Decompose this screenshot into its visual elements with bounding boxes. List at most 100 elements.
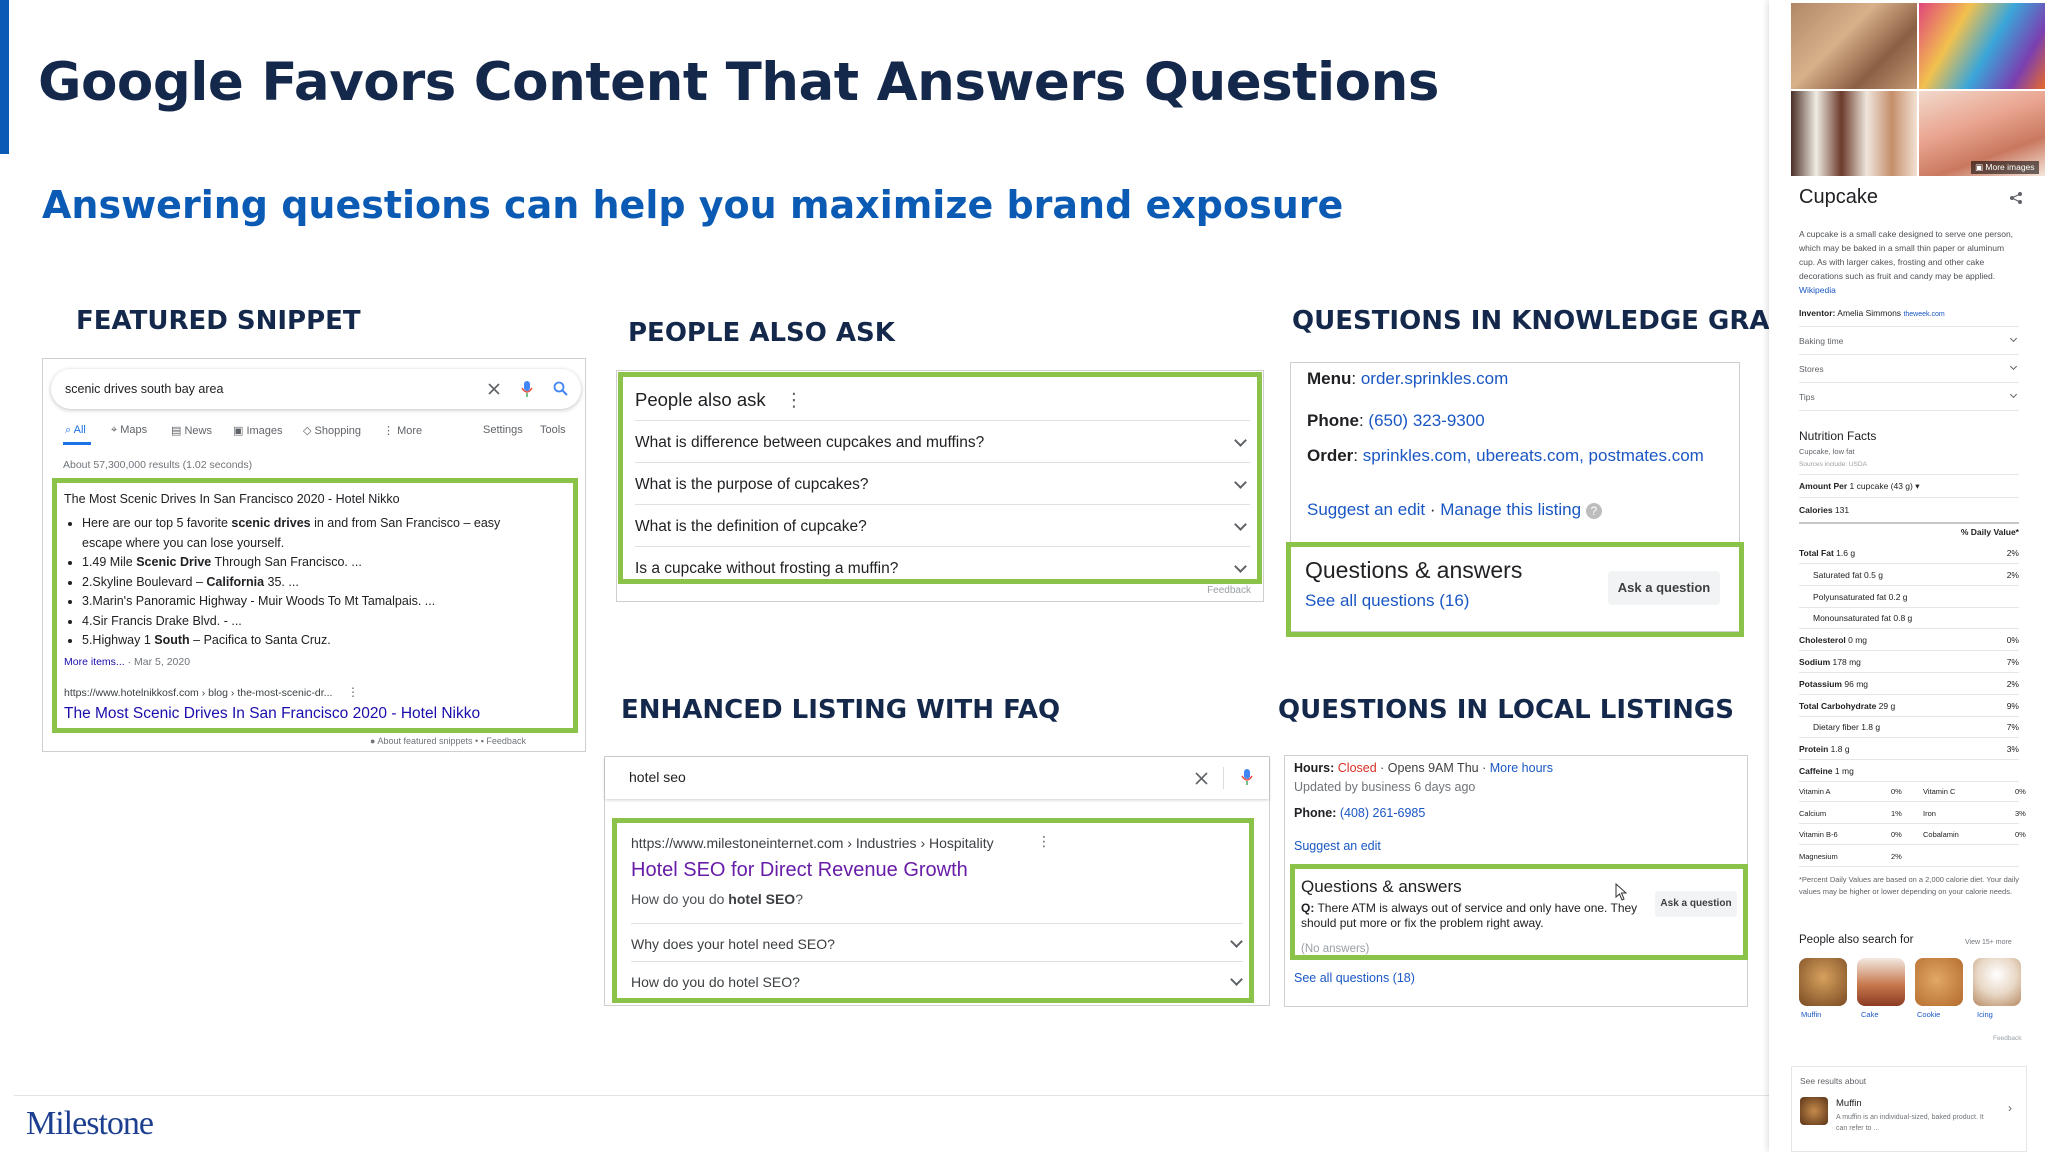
see-results-card[interactable]: See results about Muffin A muffin is an … xyxy=(1791,1066,2027,1152)
expander-stores[interactable]: Stores xyxy=(1799,362,2019,374)
image-collage[interactable]: ▣ More images xyxy=(1791,3,2045,176)
order-links[interactable]: sprinkles.com, ubereats.com, postmates.c… xyxy=(1363,446,1704,465)
expander-baking-time[interactable]: Baking time xyxy=(1799,334,2019,346)
tab-maps[interactable]: ⌖ Maps xyxy=(111,424,147,437)
phone-link[interactable]: (650) 323-9300 xyxy=(1368,411,1484,430)
tab-settings[interactable]: Settings xyxy=(483,424,523,436)
result-title-link[interactable]: The Most Scenic Drives In San Francisco … xyxy=(64,705,480,723)
cupcake-image[interactable] xyxy=(1919,3,2045,89)
chevron-down-icon xyxy=(1234,518,1247,531)
expander-tips[interactable]: Tips xyxy=(1799,390,2019,402)
suggest-edit-link[interactable]: Suggest an edit xyxy=(1307,500,1425,519)
tab-shopping[interactable]: ◇ Shopping xyxy=(303,424,361,437)
muffin-link[interactable]: Muffin xyxy=(1801,1010,1821,1019)
search-bar[interactable]: scenic drives south bay area xyxy=(51,369,581,409)
see-all-questions-link[interactable]: See all questions (18) xyxy=(1294,971,1415,985)
cupcake-image[interactable] xyxy=(1791,91,1917,176)
order-label: Order xyxy=(1307,446,1354,465)
ask-question-button[interactable]: Ask a question xyxy=(1608,571,1720,605)
microphone-icon[interactable] xyxy=(521,380,533,398)
cookie-link[interactable]: Cookie xyxy=(1917,1010,1940,1019)
chevron-down-icon xyxy=(1234,560,1247,573)
section-people-also-ask: PEOPLE ALSO ASK xyxy=(628,318,895,348)
cupcake-image[interactable] xyxy=(1791,3,1917,89)
help-icon[interactable]: ? xyxy=(1585,503,1602,519)
phone-label: Phone: xyxy=(1294,806,1337,820)
more-options-icon[interactable]: ⋮ xyxy=(1037,833,1051,850)
cursor-icon xyxy=(1615,883,1627,901)
result-description: How do you do hotel SEO? xyxy=(631,891,803,907)
tab-images[interactable]: ▣ Images xyxy=(233,424,283,437)
paa-question[interactable]: What is the purpose of cupcakes? xyxy=(635,476,1247,494)
slide-subtitle: Answering questions can help you maximiz… xyxy=(42,183,1344,227)
featured-snippet-highlight: The Most Scenic Drives In San Francisco … xyxy=(52,478,578,733)
about-snippets-link[interactable]: About featured snippets xyxy=(377,736,472,746)
cake-thumbnail[interactable] xyxy=(1857,958,1905,1006)
result-url: https://www.hotelnikkosf.com › blog › th… xyxy=(64,687,333,699)
qa-title: Questions & answers xyxy=(1301,877,1462,896)
search-bar[interactable]: hotel seo xyxy=(605,757,1269,799)
nutrition-title: Nutrition Facts xyxy=(1799,429,1877,443)
chevron-down-icon xyxy=(1234,476,1247,489)
chevron-down-icon xyxy=(2009,390,2018,399)
wikipedia-link[interactable]: Wikipedia xyxy=(1799,285,1836,295)
result-title-link[interactable]: Hotel SEO for Direct Revenue Growth xyxy=(631,859,968,882)
more-options-icon[interactable]: ⋮ xyxy=(347,685,359,699)
tab-more[interactable]: ⋮ More xyxy=(383,424,422,437)
cake-link[interactable]: Cake xyxy=(1861,1010,1879,1019)
microphone-icon[interactable] xyxy=(1241,768,1253,787)
view-more-link[interactable]: View 15+ more xyxy=(1965,939,2012,946)
faq-item[interactable]: Why does your hotel need SEO? xyxy=(631,935,1243,952)
icing-thumbnail[interactable] xyxy=(1973,958,2021,1006)
close-icon[interactable] xyxy=(488,383,500,395)
paa-feedback[interactable]: Feedback xyxy=(1207,585,1251,596)
suggest-edit-link[interactable]: Suggest an edit xyxy=(1294,839,1381,853)
share-icon[interactable] xyxy=(2009,191,2023,205)
phone-link[interactable]: (408) 261-6985 xyxy=(1340,806,1425,820)
phone-label: Phone xyxy=(1307,411,1359,430)
manage-listing-link[interactable]: Manage this listing xyxy=(1440,500,1581,519)
search-icon[interactable] xyxy=(553,381,568,396)
kp-feedback-link[interactable]: Feedback xyxy=(1993,1035,2022,1042)
feedback-link[interactable]: Feedback xyxy=(486,736,526,746)
accent-bar xyxy=(0,0,9,154)
tab-news[interactable]: ▤ News xyxy=(171,424,212,437)
search-input[interactable]: hotel seo xyxy=(629,769,686,785)
no-answers-text: (No answers) xyxy=(1301,943,1370,955)
paa-question[interactable]: What is the definition of cupcake? xyxy=(635,518,1247,536)
section-local-listings: QUESTIONS IN LOCAL LISTINGS xyxy=(1278,695,1735,725)
amount-per-row[interactable]: Amount Per 1 cupcake (43 g) ▾ xyxy=(1799,481,2019,492)
more-items-link[interactable]: More items... xyxy=(64,656,125,668)
search-input[interactable]: scenic drives south bay area xyxy=(65,382,223,396)
more-options-icon[interactable]: ⋮ xyxy=(785,389,804,410)
icing-link[interactable]: Icing xyxy=(1977,1010,1993,1019)
qa-title: Questions & answers xyxy=(1305,557,1523,583)
result-title: Muffin xyxy=(1836,1098,1862,1109)
paa-question[interactable]: What is difference between cupcakes and … xyxy=(635,434,1247,452)
menu-link[interactable]: order.sprinkles.com xyxy=(1361,369,1508,388)
more-images-link[interactable]: ▣ More images xyxy=(1971,161,2039,174)
feedback-icon: ▪ xyxy=(480,736,484,746)
cookie-thumbnail[interactable] xyxy=(1915,958,1963,1006)
chevron-down-icon xyxy=(1230,935,1243,948)
chevron-down-icon xyxy=(2009,362,2018,371)
ask-question-button[interactable]: Ask a question xyxy=(1655,891,1737,917)
kg-qa-highlight: Questions & answers See all questions (1… xyxy=(1286,542,1744,637)
nutrient-row: Total Carbohydrate 29 g 9% xyxy=(1799,700,2019,711)
slide-title: Google Favors Content That Answers Quest… xyxy=(38,52,1439,113)
calories-row: Calories 131 xyxy=(1799,505,1850,515)
see-all-questions-link[interactable]: See all questions (16) xyxy=(1305,591,1469,611)
tab-tools[interactable]: Tools xyxy=(540,424,566,436)
kp-title: Cupcake xyxy=(1799,186,1878,208)
muffin-thumbnail[interactable] xyxy=(1799,958,1847,1006)
list-item: 4.Sir Francis Drake Blvd. - ... xyxy=(82,612,534,632)
faq-item[interactable]: How do you do hotel SEO? xyxy=(631,973,1243,990)
more-hours-link[interactable]: More hours xyxy=(1490,761,1553,775)
see-results-title: See results about xyxy=(1800,1076,1867,1086)
section-knowledge-graph: QUESTIONS IN KNOWLEDGE GRAPH xyxy=(1292,306,1811,336)
nutrition-subtitle: Cupcake, low fat xyxy=(1799,447,1855,456)
paa-question[interactable]: Is a cupcake without frosting a muffin? xyxy=(635,560,1247,578)
close-icon[interactable] xyxy=(1195,772,1208,785)
tab-all[interactable]: ⌕ All xyxy=(65,424,86,437)
milestone-logo: Milestone xyxy=(26,1105,154,1142)
